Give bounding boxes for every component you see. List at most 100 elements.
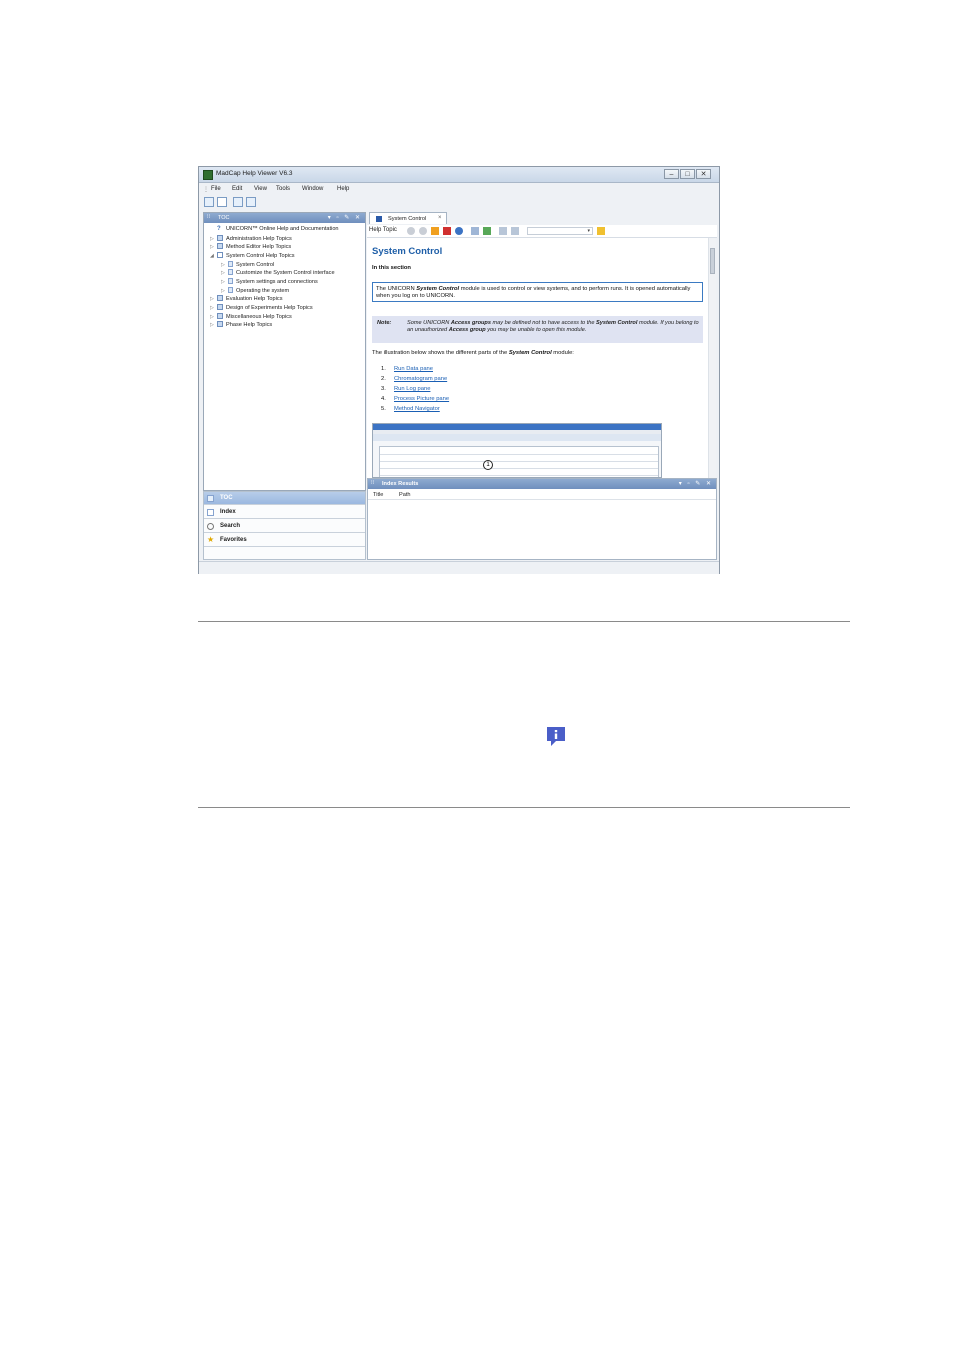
document-area: System Control × Help Topic ▾ System Con… (367, 212, 717, 560)
expand-arrow-icon[interactable]: ▷ (210, 322, 217, 328)
minimize-button[interactable]: – (664, 169, 679, 179)
tree-item[interactable]: ▷ System Control (221, 261, 274, 268)
nav-tab-favorites[interactable]: ★ Favorites (204, 534, 365, 547)
tree-item[interactable]: ▷ Phase Help Topics (210, 321, 272, 328)
home-icon[interactable] (431, 227, 439, 235)
star-icon: ★ (207, 535, 215, 544)
help-toolbar: Help Topic ▾ (367, 225, 717, 238)
menu-grip-icon: ⋮ (203, 187, 209, 193)
tree-item[interactable]: ▷ Method Editor Help Topics (210, 243, 291, 250)
topic-dropdown[interactable]: ▾ (527, 227, 593, 235)
menu-view[interactable]: View (254, 186, 267, 192)
nav-tab-search[interactable]: Search (204, 520, 365, 533)
toc-panel: ⁞⁞ TOC ▾ ▫ ✎ ✕ ? UNICORN™ Online Help and… (203, 212, 366, 491)
open-toc-icon[interactable] (204, 197, 214, 207)
scroll-thumb[interactable] (710, 248, 715, 274)
nav-tab-index[interactable]: Index (204, 506, 365, 519)
expand-arrow-icon[interactable]: ▷ (210, 244, 217, 250)
list-item: 4. Process Picture pane (381, 396, 450, 402)
book-icon (217, 295, 223, 301)
book-icon (217, 235, 223, 241)
menu-window[interactable]: Window (302, 186, 323, 192)
expand-arrow-icon[interactable]: ▷ (210, 236, 217, 242)
content-scrollbar[interactable] (708, 238, 716, 478)
menu-edit[interactable]: Edit (232, 186, 242, 192)
highlight-icon[interactable] (597, 227, 605, 235)
index-results-panel: ⁞⁞ Index Results ▾ ▫ ✎ ✕ Title Path (367, 478, 717, 560)
intro-box: The UNICORN System Control module is use… (372, 282, 703, 302)
column-path[interactable]: Path (399, 492, 411, 498)
help-icon: ? (217, 226, 221, 232)
print-icon[interactable] (246, 197, 256, 207)
menu-file[interactable]: File (211, 186, 221, 192)
callout-marker: 1 (483, 460, 493, 470)
help-content: System Control In this section The UNICO… (367, 238, 708, 478)
tree-item[interactable]: ▷ Customize the System Control interface (221, 269, 335, 276)
link-method-navigator[interactable]: Method Navigator (394, 406, 440, 412)
tree-item[interactable]: ▷ Administration Help Topics (210, 235, 292, 242)
toc-icon (207, 495, 214, 502)
page-icon[interactable] (217, 197, 227, 207)
tree-item[interactable]: ▷ Evaluation Help Topics (210, 295, 283, 302)
panel-controls[interactable]: ▾ ▫ ✎ ✕ (679, 480, 713, 487)
tree-item[interactable]: ▷ Miscellaneous Help Topics (210, 313, 292, 320)
page-icon (228, 287, 233, 293)
illustration-intro: The illustration below shows the differe… (372, 350, 574, 356)
book-icon (217, 304, 223, 310)
menu-tools[interactable]: Tools (276, 186, 290, 192)
refresh-icon[interactable] (455, 227, 463, 235)
back-icon[interactable] (407, 227, 415, 235)
close-window-button[interactable]: ✕ (696, 169, 711, 179)
index-icon (207, 509, 214, 516)
expand-arrow-icon[interactable]: ▷ (210, 296, 217, 302)
forward-icon[interactable] (419, 227, 427, 235)
expand-arrow-icon[interactable]: ▷ (221, 270, 228, 276)
panel-controls[interactable]: ▾ ▫ ✎ ✕ (328, 214, 362, 221)
expand-arrow-icon[interactable]: ▷ (221, 279, 228, 285)
stop-icon[interactable] (443, 227, 451, 235)
tree-item[interactable]: ▷ System settings and connections (221, 278, 318, 285)
book-open-icon (217, 252, 223, 258)
link-run-data-pane[interactable]: Run Data pane (394, 366, 433, 372)
tree-item[interactable]: ▷ Operating the system (221, 287, 289, 294)
link-chromatogram-pane[interactable]: Chromatogram pane (394, 376, 447, 382)
list-item: 2. Chromatogram pane (381, 376, 448, 382)
collapse-arrow-icon[interactable]: ◢ (210, 253, 217, 259)
column-title[interactable]: Title (373, 492, 383, 498)
menu-help[interactable]: Help (337, 186, 349, 192)
close-tab-icon[interactable]: × (438, 215, 442, 221)
link-process-picture-pane[interactable]: Process Picture pane (394, 396, 449, 402)
prev-topic-icon[interactable] (499, 227, 507, 235)
tab-system-control[interactable]: System Control × (369, 212, 447, 224)
menu-bar: ⋮ File Edit View Tools Window Help (199, 184, 719, 195)
toc-sync-icon[interactable] (471, 227, 479, 235)
bookmark-icon[interactable] (483, 227, 491, 235)
tree-item[interactable]: ? UNICORN™ Online Help and Documentation (210, 226, 339, 233)
book-icon (217, 313, 223, 319)
list-item: 3. Run Log pane (381, 386, 431, 392)
link-run-log-pane[interactable]: Run Log pane (394, 386, 430, 392)
note-text: Some UNICORN Access groups may be define… (407, 320, 699, 333)
section-heading: In this section (372, 265, 411, 271)
expand-arrow-icon[interactable]: ▷ (221, 288, 228, 294)
document-tabs: System Control × (367, 212, 717, 224)
page-icon (228, 261, 233, 267)
maximize-button[interactable]: □ (680, 169, 695, 179)
book-icon (217, 243, 223, 249)
nav-tab-toc[interactable]: TOC (204, 492, 365, 505)
list-item: 1. Run Data pane (381, 366, 433, 372)
tree-item[interactable]: ▷ Design of Experiments Help Topics (210, 304, 313, 311)
tree-item[interactable]: ◢ System Control Help Topics (210, 252, 295, 259)
topic-icon (376, 216, 382, 222)
note-top-divider (198, 621, 850, 622)
list-item: 5. Method Navigator (381, 406, 440, 412)
expand-arrow-icon[interactable]: ▷ (221, 262, 228, 268)
panel-grip-icon: ⁞⁞ (371, 480, 375, 486)
expand-arrow-icon[interactable]: ▷ (210, 314, 217, 320)
next-topic-icon[interactable] (511, 227, 519, 235)
window-title: MadCap Help Viewer V6.3 (216, 170, 293, 177)
help-viewer-screenshot: MadCap Help Viewer V6.3 – □ ✕ ⋮ File Edi… (198, 166, 720, 574)
search-icon[interactable] (233, 197, 243, 207)
expand-arrow-icon[interactable]: ▷ (210, 305, 217, 311)
search-icon (207, 523, 214, 530)
